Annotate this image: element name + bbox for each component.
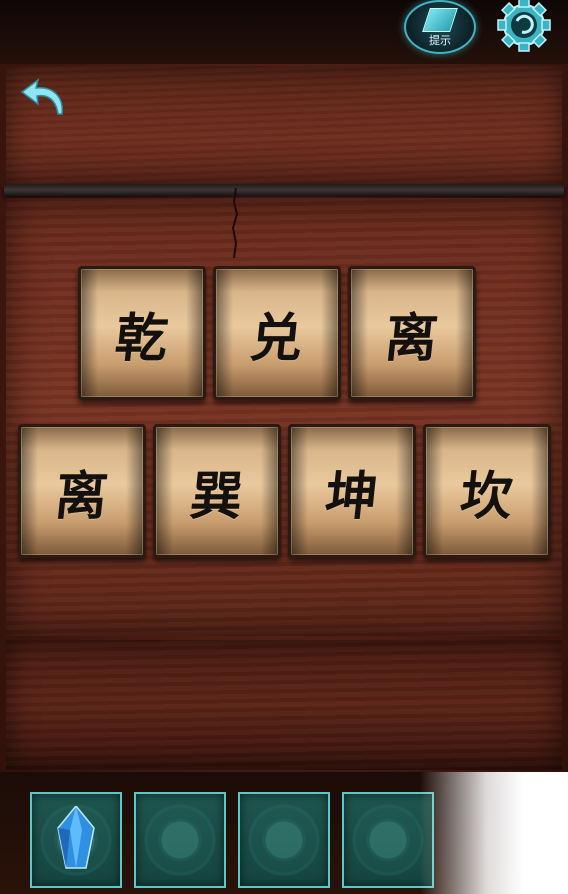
trigram-tile-5[interactable]: 巽 bbox=[153, 424, 281, 558]
trigram-char: 坎 bbox=[457, 465, 516, 527]
settings-button[interactable] bbox=[494, 0, 554, 52]
trigram-tile-1[interactable]: 乾 bbox=[78, 266, 206, 400]
trigram-tile-4[interactable]: 离 bbox=[18, 424, 146, 558]
back-arrow-icon bbox=[20, 78, 63, 115]
trigram-tile-3[interactable]: 离 bbox=[348, 266, 476, 400]
main-wood-panel bbox=[6, 198, 562, 636]
wood-crack bbox=[231, 188, 239, 258]
inventory-slot-1[interactable] bbox=[30, 792, 122, 888]
trigram-char: 离 bbox=[382, 307, 441, 369]
trigram-tile-2[interactable]: 兑 bbox=[213, 266, 341, 400]
edge-fade bbox=[420, 772, 568, 894]
hint-label: 提示 bbox=[429, 34, 451, 47]
lower-wood-panel bbox=[6, 640, 562, 770]
back-button[interactable] bbox=[18, 74, 70, 118]
inventory-slot-2[interactable] bbox=[134, 792, 226, 888]
top-band bbox=[0, 0, 568, 64]
hint-button[interactable]: 提示 bbox=[404, 0, 476, 54]
trigram-char: 巽 bbox=[187, 465, 246, 527]
trigram-tile-6[interactable]: 坤 bbox=[288, 424, 416, 558]
trigram-char: 乾 bbox=[112, 307, 171, 369]
hint-book-icon bbox=[422, 8, 458, 32]
trigram-char: 坤 bbox=[322, 465, 381, 527]
trigram-char: 离 bbox=[52, 465, 111, 527]
metal-rail bbox=[4, 184, 564, 196]
gear-icon bbox=[497, 0, 551, 52]
trigram-char: 兑 bbox=[247, 307, 306, 369]
inventory-slot-3[interactable] bbox=[238, 792, 330, 888]
blue-crystal-icon bbox=[57, 806, 95, 869]
trigram-tile-7[interactable]: 坎 bbox=[423, 424, 551, 558]
upper-wood-panel bbox=[6, 66, 562, 186]
